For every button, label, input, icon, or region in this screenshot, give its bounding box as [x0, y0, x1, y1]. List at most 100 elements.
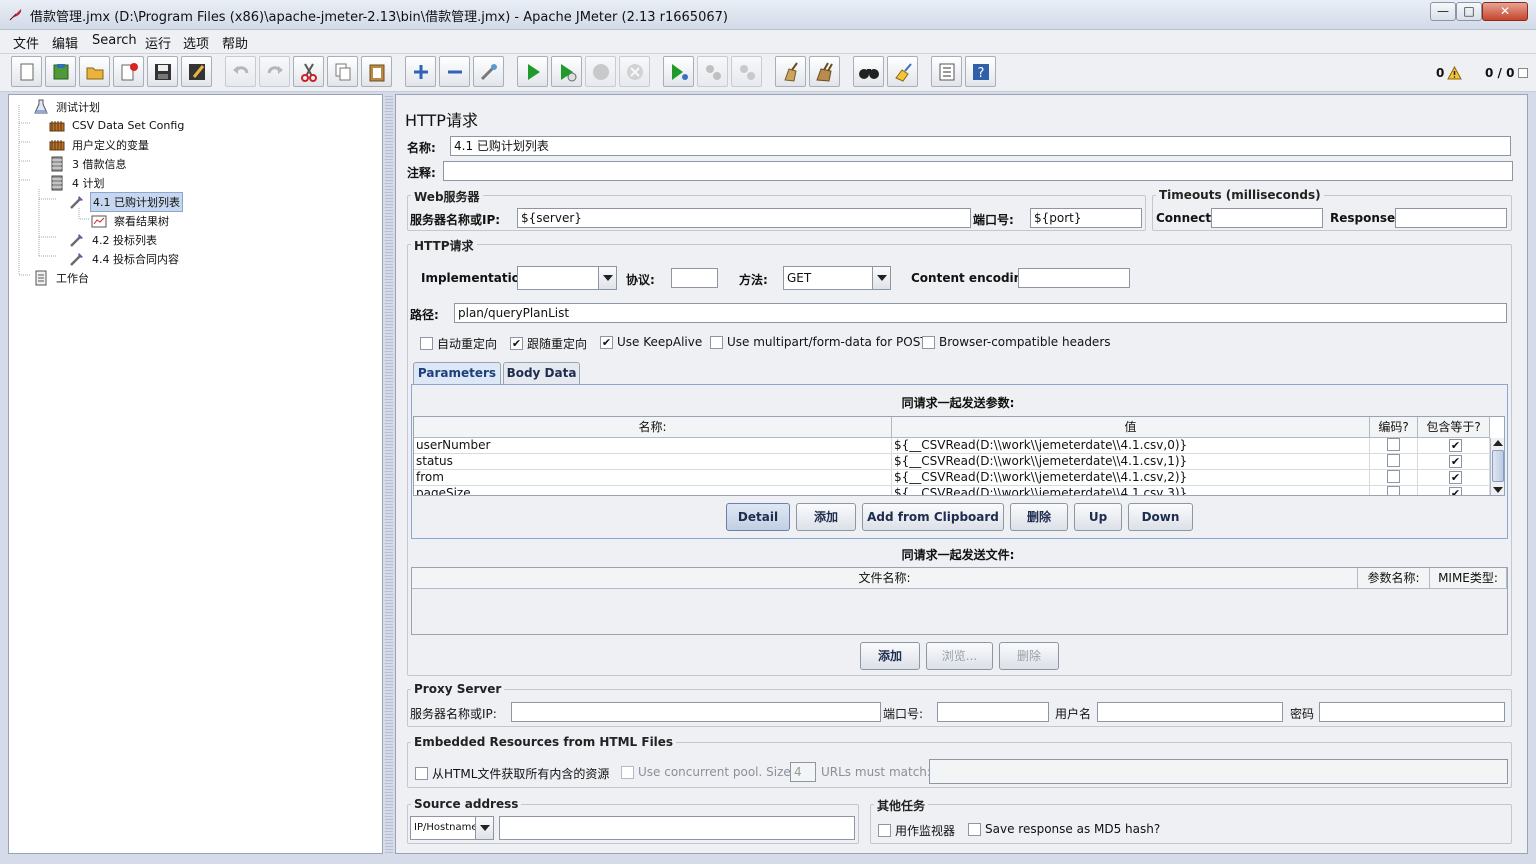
clear-all-button[interactable] — [809, 56, 840, 87]
down-button[interactable]: Down — [1128, 503, 1193, 531]
menu-edit[interactable]: 编辑 — [52, 33, 78, 52]
proxy-server-field[interactable] — [511, 702, 881, 722]
menu-run[interactable]: 运行 — [145, 33, 171, 52]
warning-triangle-icon[interactable] — [1447, 66, 1462, 80]
param-name-cell[interactable]: status — [414, 454, 892, 470]
start-no-pause-button[interactable] — [551, 56, 582, 87]
column-header-file-name[interactable]: 文件名称: — [412, 568, 1358, 589]
tree-node-user-defined-variables[interactable]: 用户定义的变量 — [49, 135, 151, 154]
shutdown-button[interactable] — [619, 56, 650, 87]
follow-redirects-checkbox[interactable]: ✔ 跟随重定向 — [510, 335, 587, 352]
tree-node-bid-list[interactable]: 4.2 投标列表 — [69, 230, 159, 249]
undo-button[interactable] — [225, 56, 256, 87]
maximize-button[interactable]: □ — [1456, 2, 1482, 21]
cut-button[interactable] — [293, 56, 324, 87]
param-name-cell[interactable]: pageSize — [414, 486, 892, 495]
menu-help[interactable]: 帮助 — [222, 33, 248, 52]
save-md5-checkbox[interactable]: Save response as MD5 hash? — [968, 822, 1160, 836]
browser-headers-checkbox[interactable]: Browser-compatible headers — [922, 335, 1111, 349]
response-timeout-field[interactable] — [1395, 208, 1507, 228]
pool-size-field[interactable]: 4 — [790, 762, 816, 782]
content-encoding-field[interactable] — [1018, 268, 1130, 288]
add-file-button[interactable]: 添加 — [860, 642, 920, 670]
scroll-thumb[interactable] — [1492, 450, 1504, 482]
tree-node-purchased-plan-list[interactable]: 4.1 已购计划列表 — [69, 191, 183, 212]
stop-button[interactable] — [585, 56, 616, 87]
tree-node-borrow-info[interactable]: 3 借款信息 — [49, 154, 129, 173]
function-helper-button[interactable] — [931, 56, 962, 87]
tree-node-workbench[interactable]: 工作台 — [33, 268, 91, 287]
start-button[interactable] — [517, 56, 548, 87]
pane-splitter[interactable] — [385, 94, 393, 854]
name-field[interactable]: 4.1 已购计划列表 — [450, 136, 1511, 156]
minimize-button[interactable]: — — [1430, 2, 1456, 21]
column-header-param-name[interactable]: 参数名称: — [1358, 568, 1430, 589]
proxy-password-field[interactable] — [1319, 702, 1505, 722]
add-parameter-button[interactable]: 添加 — [796, 503, 856, 531]
encode-checkbox[interactable] — [1387, 454, 1400, 467]
new-button[interactable] — [11, 56, 42, 87]
encode-checkbox[interactable] — [1387, 438, 1400, 451]
urls-must-match-field[interactable] — [929, 759, 1508, 784]
keepalive-checkbox[interactable]: ✔ Use KeepAlive — [600, 335, 702, 349]
search-button[interactable] — [853, 56, 884, 87]
close-button[interactable]: ✕ — [1482, 2, 1528, 21]
checkmark-icon[interactable]: ✔ — [1449, 439, 1462, 452]
collapse-all-button[interactable] — [439, 56, 470, 87]
source-address-type-select[interactable]: IP/Hostname — [410, 816, 494, 840]
column-header-name[interactable]: 名称: — [414, 417, 892, 438]
proxy-username-field[interactable] — [1097, 702, 1283, 722]
save-as-button[interactable] — [181, 56, 212, 87]
encode-checkbox[interactable] — [1387, 486, 1400, 495]
close-file-button[interactable] — [113, 56, 144, 87]
delete-parameter-button[interactable]: 删除 — [1010, 503, 1068, 531]
param-value-cell[interactable]: ${__CSVRead(D:\\work\\jemeterdate\\4.1.c… — [892, 438, 1370, 454]
scroll-down-arrow-icon[interactable] — [1493, 487, 1503, 493]
method-select[interactable]: GET — [783, 266, 891, 290]
expand-all-button[interactable] — [405, 56, 436, 87]
tree-node-test-plan[interactable]: 测试计划 — [33, 97, 102, 116]
tree-node-csv-data-set[interactable]: CSV Data Set Config — [49, 116, 186, 135]
encode-checkbox[interactable] — [1387, 470, 1400, 483]
multipart-checkbox[interactable]: Use multipart/form-data for POST — [710, 335, 928, 349]
browse-file-button[interactable]: 浏览... — [926, 642, 993, 670]
param-value-cell[interactable]: ${__CSVRead(D:\\work\\jemeterdate\\4.1.c… — [892, 486, 1370, 495]
scroll-up-arrow-icon[interactable] — [1493, 440, 1503, 446]
help-button[interactable]: ? — [965, 56, 996, 87]
concurrent-pool-checkbox[interactable]: Use concurrent pool. Size: — [621, 765, 795, 779]
server-field[interactable]: ${server} — [517, 208, 971, 228]
checkmark-icon[interactable]: ✔ — [1449, 487, 1462, 495]
implementation-select[interactable] — [517, 266, 617, 290]
delete-file-button[interactable]: 删除 — [999, 642, 1059, 670]
source-address-field[interactable] — [499, 816, 855, 840]
protocol-field[interactable] — [671, 268, 718, 288]
column-header-value[interactable]: 值 — [892, 417, 1370, 438]
remote-shutdown-button[interactable] — [731, 56, 762, 87]
save-button[interactable] — [147, 56, 178, 87]
port-field[interactable]: ${port} — [1030, 208, 1142, 228]
param-name-cell[interactable]: from — [414, 470, 892, 486]
tree-node-view-results-tree[interactable]: 察看结果树 — [91, 211, 171, 230]
param-value-cell[interactable]: ${__CSVRead(D:\\work\\jemeterdate\\4.1.c… — [892, 470, 1370, 486]
column-header-include-equals[interactable]: 包含等于? — [1418, 417, 1490, 438]
tree-node-bid-contract[interactable]: 4.4 投标合同内容 — [69, 249, 181, 268]
detail-button[interactable]: Detail — [726, 503, 790, 531]
templates-button[interactable] — [45, 56, 76, 87]
auto-redirect-checkbox[interactable]: 自动重定向 — [420, 335, 497, 352]
toggle-button[interactable] — [473, 56, 504, 87]
vertical-scrollbar[interactable] — [1490, 438, 1504, 495]
redo-button[interactable] — [259, 56, 290, 87]
remote-stop-button[interactable] — [697, 56, 728, 87]
proxy-port-field[interactable] — [937, 702, 1049, 722]
copy-button[interactable] — [327, 56, 358, 87]
tab-body-data[interactable]: Body Data — [503, 362, 580, 384]
tab-parameters[interactable]: Parameters — [413, 362, 501, 384]
param-name-cell[interactable]: userNumber — [414, 438, 892, 454]
checkmark-icon[interactable]: ✔ — [1449, 455, 1462, 468]
menu-file[interactable]: 文件 — [13, 33, 39, 52]
comment-field[interactable] — [443, 161, 1513, 181]
column-header-mime-type[interactable]: MIME类型: — [1430, 568, 1507, 589]
use-as-monitor-checkbox[interactable]: 用作监视器 — [878, 822, 955, 839]
add-from-clipboard-button[interactable]: Add from Clipboard — [862, 503, 1004, 531]
column-header-encode[interactable]: 编码? — [1370, 417, 1418, 438]
